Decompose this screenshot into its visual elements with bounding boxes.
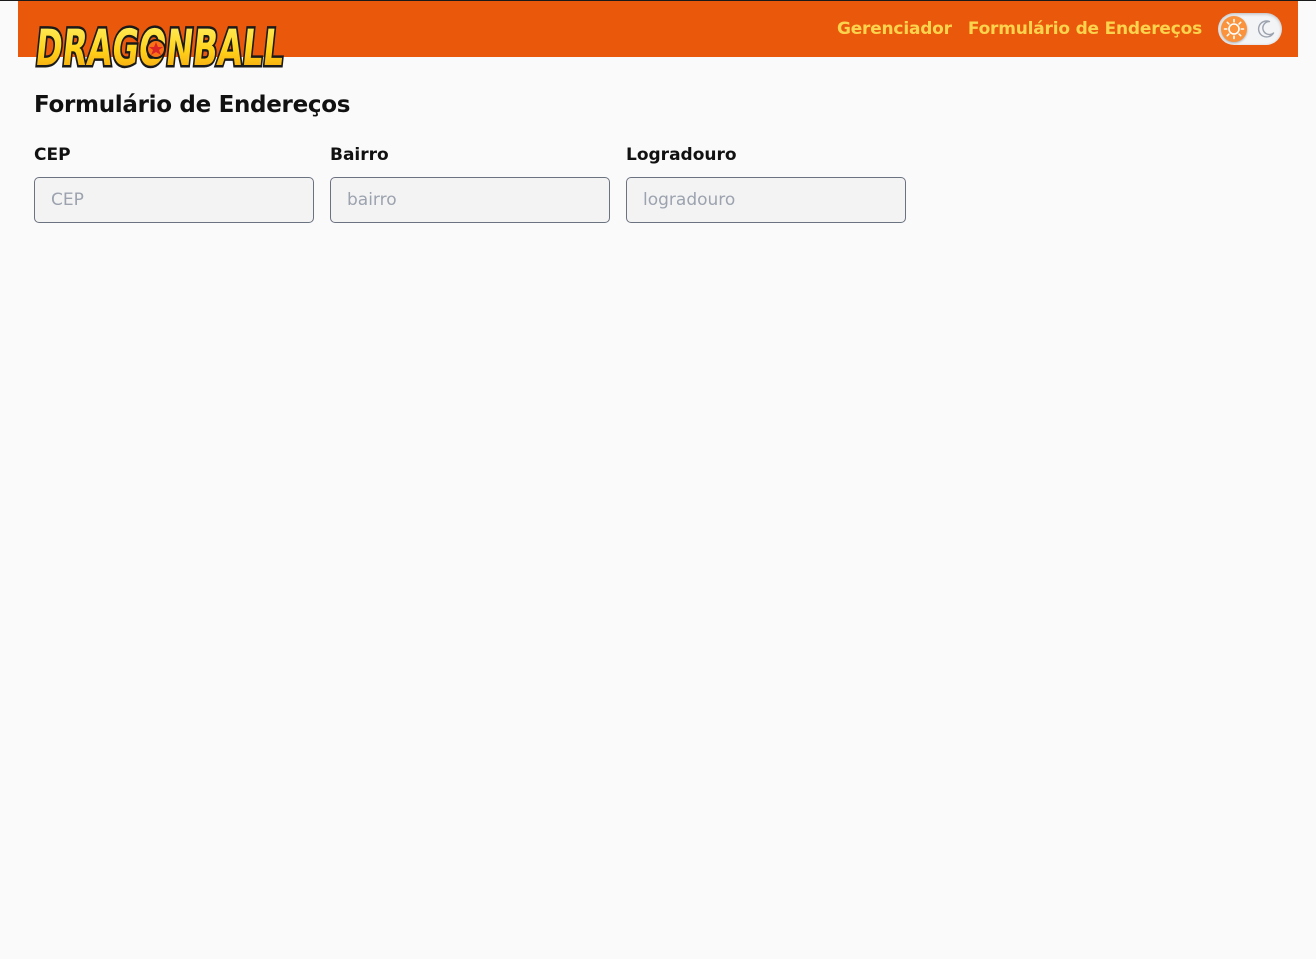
logradouro-input[interactable] [626, 177, 906, 223]
dragonball-logo-image: DRAGONBALL [30, 16, 289, 80]
logradouro-label: Logradouro [626, 145, 737, 165]
sun-icon [1221, 16, 1247, 42]
bairro-label: Bairro [330, 145, 389, 165]
page-title: Formulário de Endereços [34, 92, 351, 118]
nav-link-formulario-enderecos[interactable]: Formulário de Endereços [968, 19, 1202, 39]
bairro-input[interactable] [330, 177, 610, 223]
dragonball-logo[interactable]: DRAGONBALL [30, 9, 292, 80]
nav-link-gerenciador[interactable]: Gerenciador [837, 19, 952, 39]
cep-field-group: CEP [34, 144, 314, 223]
bairro-field-group: Bairro [330, 144, 610, 223]
nav-links: Gerenciador Formulário de Endereços [837, 1, 1202, 57]
navbar: DRAGONBALL Gerenciador Formulário de End… [18, 1, 1298, 79]
cep-input[interactable] [34, 177, 314, 223]
cep-label: CEP [34, 145, 71, 165]
moon-icon [1255, 18, 1277, 40]
logradouro-field-group: Logradouro [626, 144, 906, 223]
theme-toggle[interactable] [1218, 13, 1282, 45]
